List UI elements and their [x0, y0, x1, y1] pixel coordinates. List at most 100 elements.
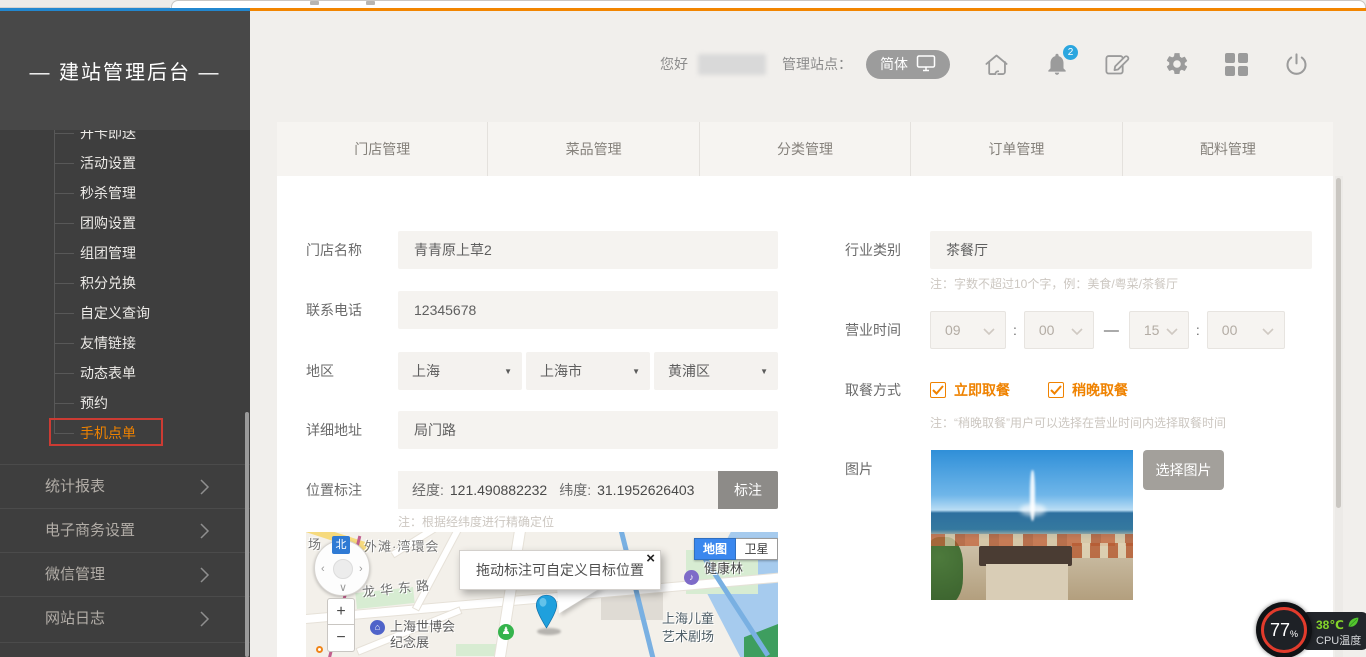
coordinates-input[interactable]: 经度: 121.490882232 纬度: 31.1952626403 [398, 471, 718, 509]
latitude-value: 31.1952626403 [597, 482, 694, 498]
zoom-out-button[interactable]: − [327, 625, 355, 652]
sidebar-item-dynamic-form[interactable]: 动态表单 [80, 363, 136, 383]
edit-icon[interactable] [1103, 51, 1130, 78]
cpu-usage-gauge[interactable]: 77 % [1256, 602, 1312, 657]
store-name-label: 门店名称 [306, 231, 406, 269]
music-venue-icon: ♪ [684, 570, 699, 585]
district-select[interactable]: 黄浦区▼ [654, 352, 778, 390]
pan-left-icon[interactable]: ‹ [321, 564, 325, 574]
sidebar-sections: 统计报表 电子商务设置 微信管理 网站日志 [0, 464, 250, 640]
map-label-theater2: 艺术剧场 [662, 626, 714, 645]
sidebar-item-flash-sale[interactable]: 秒杀管理 [80, 183, 136, 203]
manage-site-label: 管理站点： [782, 54, 852, 74]
choose-image-button[interactable]: 选择图片 [1143, 450, 1224, 490]
tab-order-manage[interactable]: 订单管理 [910, 122, 1121, 176]
checkbox-immediate-pickup[interactable] [930, 382, 946, 398]
longitude-label: 经度: [412, 480, 444, 500]
caret-down-icon: ▼ [760, 367, 768, 376]
zoom-in-button[interactable]: + [327, 598, 355, 625]
power-logout-icon[interactable] [1283, 51, 1310, 78]
satellite-mode-button[interactable]: 卫星 [736, 538, 778, 560]
tab-store-manage[interactable]: 门店管理 [277, 122, 487, 176]
settings-gear-icon[interactable] [1163, 51, 1190, 78]
store-form-panel: 门店名称 青青原上草2 联系电话 12345678 地区 上海▼ 上海市▼ 黄浦… [277, 176, 1333, 657]
location-note: 注：根据经纬度进行精确定位 [398, 513, 554, 530]
sidebar-item-reservation[interactable]: 预约 [80, 393, 108, 413]
cpu-temp-label: CPU温度 [1316, 632, 1361, 648]
content-accent-line [250, 8, 1366, 11]
later-pickup-label: 稍晚取餐 [1072, 380, 1128, 400]
menu-tree-line [54, 129, 55, 434]
sidebar: 开卡即送 活动设置 秒杀管理 团购设置 组团管理 积分兑换 自定义查询 友情链接… [0, 11, 250, 657]
checkbox-later-pickup[interactable] [1048, 382, 1064, 398]
baidu-map[interactable]: 场 外滩·湾環会 龙华东路 ⌂ 上海世博会 纪念展 ♟ 上海儿童 艺术剧场 健康… [306, 532, 778, 657]
language-pill-button[interactable]: 简体 [866, 50, 950, 79]
time-colon: : [1013, 322, 1017, 338]
phone-label: 联系电话 [306, 291, 406, 329]
sidebar-item-friend-links[interactable]: 友情链接 [80, 333, 136, 353]
sidebar-item-activity-settings[interactable]: 活动设置 [80, 153, 136, 173]
tab-ingredient-manage[interactable]: 配料管理 [1122, 122, 1333, 176]
tab-dish-manage[interactable]: 菜品管理 [487, 122, 698, 176]
notifications-bell-icon[interactable]: 2 [1043, 51, 1070, 78]
store-name-input[interactable]: 青青原上草2 [398, 231, 778, 269]
latitude-label: 纬度: [559, 480, 591, 500]
cpu-temperature: 38℃ [1316, 618, 1344, 632]
active-item-highlight-box [49, 418, 163, 446]
browser-chrome-strip [0, 0, 1366, 8]
monitor-icon [916, 54, 936, 75]
business-hours-row: 09 : 00 — 15 : 00 [930, 311, 1320, 349]
north-badge: 北 [332, 536, 350, 554]
chevron-down-icon [983, 322, 995, 338]
sidebar-item-team-manage[interactable]: 组团管理 [80, 243, 136, 263]
home-icon[interactable] [983, 51, 1010, 78]
browser-chrome-fragment [366, 1, 375, 5]
chevron-down-icon [1262, 322, 1274, 338]
province-select[interactable]: 上海▼ [398, 352, 522, 390]
cpu-percent-unit: % [1290, 629, 1298, 639]
map-marker-pin[interactable] [535, 592, 558, 632]
pan-center-knob[interactable] [333, 559, 353, 579]
map-label-forest: 健康林 [704, 558, 743, 577]
chevron-down-icon [1166, 322, 1178, 338]
city-select[interactable]: 上海市▼ [526, 352, 650, 390]
cpu-percent: 77 [1270, 620, 1290, 641]
museum-icon: ⌂ [370, 620, 385, 635]
mark-location-button[interactable]: 标注 [718, 471, 778, 509]
time-colon: : [1196, 322, 1200, 338]
pickup-note: 注：“稍晚取餐”用户可以选择在营业时间内选择取餐时间 [930, 414, 1226, 431]
sidebar-section-site-log[interactable]: 网站日志 [0, 596, 250, 640]
map-park [456, 644, 498, 656]
industry-input[interactable]: 茶餐厅 [930, 231, 1312, 269]
chevron-right-icon [200, 611, 210, 632]
address-label: 详细地址 [306, 411, 406, 449]
chevron-right-icon [200, 523, 210, 544]
sidebar-item-custom-query[interactable]: 自定义查询 [80, 303, 150, 323]
pan-down-icon[interactable]: ∨ [339, 583, 347, 593]
address-input[interactable]: 局门路 [398, 411, 778, 449]
pan-right-icon[interactable]: › [359, 564, 363, 574]
map-label-bund: 外滩·湾環会 [364, 536, 439, 555]
user-name-redacted [698, 54, 766, 75]
close-icon[interactable]: × [646, 551, 655, 567]
apps-grid-icon[interactable] [1223, 51, 1250, 78]
sidebar-section-statistics[interactable]: 统计报表 [0, 464, 250, 508]
sidebar-scrollbar[interactable] [245, 412, 249, 657]
pickup-options-row: 立即取餐 稍晚取餐 [930, 378, 1128, 402]
open-hour-select[interactable]: 09 [930, 311, 1006, 349]
sidebar-item-group-buy[interactable]: 团购设置 [80, 213, 136, 233]
sidebar-item-points-exchange[interactable]: 积分兑换 [80, 273, 136, 293]
close-minute-select[interactable]: 00 [1207, 311, 1285, 349]
open-minute-select[interactable]: 00 [1024, 311, 1094, 349]
header: 您好 管理站点： 简体 2 [660, 42, 1340, 86]
phone-input[interactable]: 12345678 [398, 291, 778, 329]
longitude-value: 121.490882232 [450, 482, 547, 498]
sidebar-section-wechat[interactable]: 微信管理 [0, 552, 250, 596]
close-hour-select[interactable]: 15 [1129, 311, 1189, 349]
tooltip-tail [557, 586, 605, 613]
map-mode-button[interactable]: 地图 [694, 538, 736, 560]
content-scrollbar-thumb[interactable] [1336, 178, 1341, 508]
sidebar-section-ecommerce[interactable]: 电子商务设置 [0, 508, 250, 552]
browser-tab-edge [0, 0, 170, 8]
tab-category-manage[interactable]: 分类管理 [699, 122, 910, 176]
